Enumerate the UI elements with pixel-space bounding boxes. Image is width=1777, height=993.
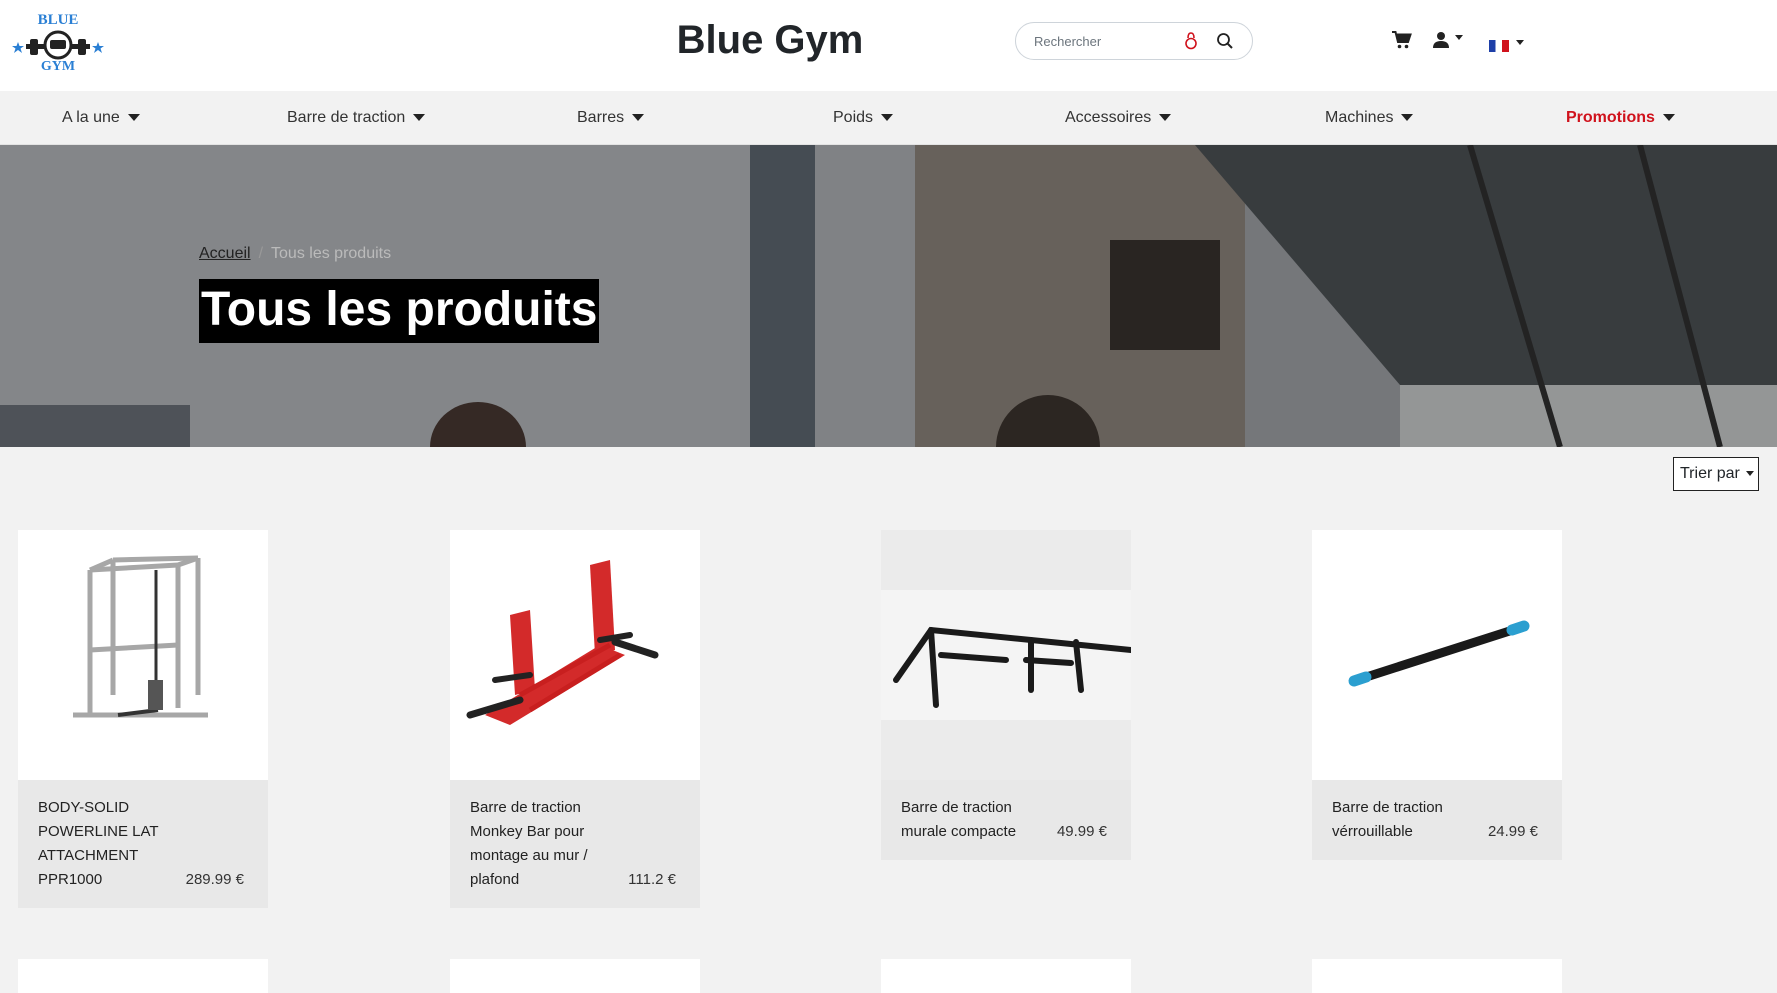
product-name[interactable]: Barre de traction Monkey Bar pour montag… [470, 796, 605, 892]
caret-down-icon [413, 114, 426, 122]
main-nav: A la une Barre de traction Barres Poids … [0, 91, 1777, 145]
chevron-down-icon [1455, 35, 1464, 41]
search-box[interactable] [1015, 22, 1253, 60]
kettlebell-icon[interactable] [1184, 32, 1198, 55]
hero-banner: Accueil / Tous les produits Tous les produ… [0, 145, 1777, 447]
product-card-next-row[interactable] [1312, 959, 1562, 993]
product-image[interactable] [881, 530, 1131, 780]
nav-item-machines[interactable]: Machines [1325, 91, 1414, 145]
chevron-down-icon [1516, 40, 1525, 46]
svg-text:GYM: GYM [41, 59, 75, 74]
user-menu[interactable] [1433, 31, 1464, 54]
nav-item-a-la-une[interactable]: A la une [62, 91, 140, 145]
product-card-next-row[interactable] [450, 959, 700, 993]
search-icon[interactable] [1216, 32, 1234, 55]
breadcrumb-home-link[interactable]: Accueil [199, 245, 251, 262]
product-price: 289.99 € [185, 871, 244, 888]
product-name[interactable]: Barre de traction murale compacte [901, 796, 1036, 844]
product-card[interactable]: Barre de traction murale compacte 49.99 … [881, 530, 1131, 860]
nav-item-barres[interactable]: Barres [577, 91, 645, 145]
nav-item-barre-de-traction[interactable]: Barre de traction [287, 91, 426, 145]
caret-down-icon [1401, 114, 1414, 122]
chevron-down-icon [1745, 471, 1754, 477]
product-name[interactable]: BODY-SOLID POWERLINE LAT ATTACHMENT PPR1… [38, 796, 173, 892]
breadcrumb: Accueil / Tous les produits [199, 245, 391, 263]
product-card-next-row[interactable] [18, 959, 268, 993]
flag-fr-icon [1489, 39, 1509, 52]
caret-down-icon [881, 114, 894, 122]
product-card[interactable]: Barre de traction vérrouillable 24.99 € [1312, 530, 1562, 860]
caret-down-icon [1159, 114, 1172, 122]
search-input[interactable] [1034, 31, 1184, 51]
product-price: 111.2 € [628, 871, 676, 888]
product-price: 24.99 € [1487, 823, 1538, 840]
nav-item-promotions[interactable]: Promotions [1566, 91, 1675, 145]
product-card[interactable]: Barre de traction Monkey Bar pour montag… [450, 530, 700, 908]
product-info: Barre de traction murale compacte 49.99 … [881, 780, 1131, 860]
user-icon [1433, 32, 1449, 48]
product-info: Barre de traction vérrouillable 24.99 € [1312, 780, 1562, 860]
product-info: BODY-SOLID POWERLINE LAT ATTACHMENT PPR1… [18, 780, 268, 908]
cart-icon[interactable] [1392, 31, 1412, 54]
product-image[interactable] [18, 530, 268, 780]
product-price: 49.99 € [1056, 823, 1107, 840]
language-selector[interactable] [1489, 37, 1525, 55]
caret-down-icon [1662, 114, 1675, 122]
product-info: Barre de traction Monkey Bar pour montag… [450, 780, 700, 908]
nav-item-poids[interactable]: Poids [833, 91, 894, 145]
breadcrumb-separator: / [258, 245, 264, 262]
product-image[interactable] [1312, 530, 1562, 780]
product-image[interactable] [450, 530, 700, 780]
product-card-next-row[interactable] [881, 959, 1131, 993]
site-logo[interactable]: BLUE GYM [12, 6, 104, 76]
nav-item-accessoires[interactable]: Accessoires [1065, 91, 1172, 145]
caret-down-icon [632, 114, 645, 122]
svg-text:BLUE: BLUE [38, 12, 79, 28]
product-name[interactable]: Barre de traction vérrouillable [1332, 796, 1467, 844]
breadcrumb-current: Tous les produits [271, 245, 392, 262]
product-card[interactable]: BODY-SOLID POWERLINE LAT ATTACHMENT PPR1… [18, 530, 268, 908]
sort-dropdown[interactable]: Trier par [1673, 457, 1759, 491]
caret-down-icon [127, 114, 140, 122]
site-title[interactable]: Blue Gym [600, 18, 940, 63]
page-title: Tous les produits [199, 279, 600, 343]
site-header: BLUE GYM Blue Gym [0, 0, 1777, 91]
